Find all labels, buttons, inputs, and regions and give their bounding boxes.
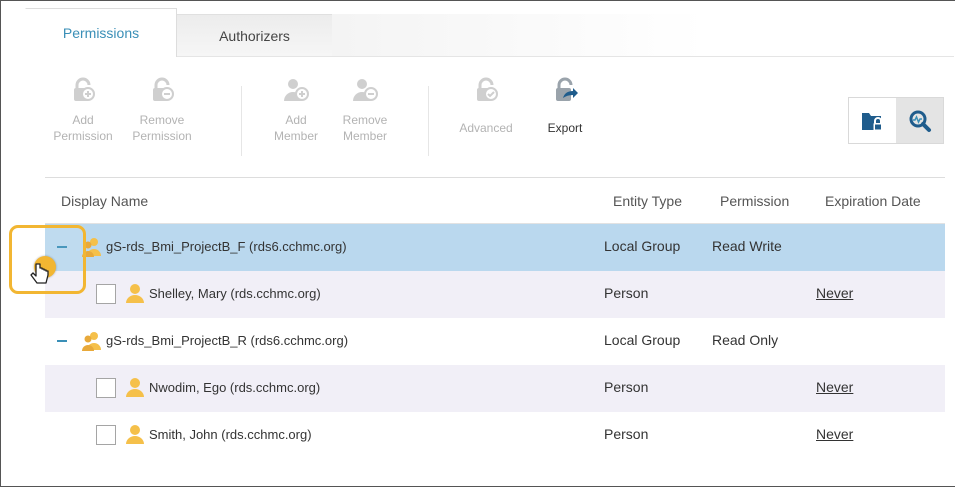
folder-permissions-button[interactable] xyxy=(849,98,896,143)
row-display-name: gS-rds_Bmi_ProjectB_F (rds6.cchmc.org) xyxy=(106,239,347,254)
tab-permissions[interactable]: Permissions xyxy=(25,8,177,57)
person-icon xyxy=(126,284,144,303)
add-member-label: Add Member xyxy=(273,113,318,143)
row-expiration-link[interactable]: Never xyxy=(816,285,853,301)
row-display-name: gS-rds_Bmi_ProjectB_R (rds6.cchmc.org) xyxy=(106,333,349,348)
row-display-name: Shelley, Mary (rds.cchmc.org) xyxy=(149,286,321,301)
row-entity-type: Person xyxy=(604,285,649,301)
row-checkbox[interactable] xyxy=(96,284,116,304)
table-row[interactable]: gS-rds_Bmi_ProjectB_F (rds6.cchmc.org) L… xyxy=(45,224,945,271)
row-entity-type: Person xyxy=(604,426,649,442)
magnifier-icon xyxy=(909,110,931,132)
remove-member-label: Remove Member xyxy=(342,113,388,143)
view-toggle-group xyxy=(848,97,944,144)
column-permission[interactable]: Permission xyxy=(720,193,789,209)
row-display-name: Smith, John (rds.cchmc.org) xyxy=(149,427,312,442)
hand-cursor-icon xyxy=(30,263,49,284)
row-display-name: Nwodim, Ego (rds.cchmc.org) xyxy=(149,380,321,395)
add-member-icon xyxy=(284,79,309,101)
person-icon xyxy=(126,378,144,397)
remove-permission-icon xyxy=(153,77,174,101)
table-header: Display Name Entity Type Permission Expi… xyxy=(45,177,945,224)
row-permission: Read Only xyxy=(712,332,779,348)
row-entity-type: Person xyxy=(604,379,649,395)
add-permission-button[interactable]: Add Permission xyxy=(44,76,122,144)
add-member-button[interactable]: Add Member xyxy=(257,76,335,144)
column-display-name[interactable]: Display Name xyxy=(61,193,148,209)
row-expiration-link[interactable]: Never xyxy=(816,379,853,395)
row-entity-type: Local Group xyxy=(604,238,681,254)
column-expiration-date[interactable]: Expiration Date xyxy=(825,193,921,209)
tab-bar: Authorizers Permissions xyxy=(1,0,955,58)
remove-permission-label: Remove Permission xyxy=(132,113,192,143)
effective-access-button[interactable] xyxy=(896,98,943,143)
person-icon xyxy=(126,425,144,444)
column-entity-type[interactable]: Entity Type xyxy=(613,193,682,209)
toolbar: Add Permission Remove Permission Add Mem… xyxy=(46,76,946,161)
advanced-label: Advanced xyxy=(459,121,513,135)
table-row[interactable]: Nwodim, Ego (rds.cchmc.org) Person Never xyxy=(45,365,945,412)
group-icon xyxy=(82,332,101,351)
row-expiration-link[interactable]: Never xyxy=(816,426,853,442)
advanced-button[interactable]: Advanced xyxy=(447,76,525,136)
table-row[interactable]: gS-rds_Bmi_ProjectB_R (rds6.cchmc.org) L… xyxy=(45,318,945,365)
remove-member-button[interactable]: Remove Member xyxy=(326,76,404,144)
permissions-table: Display Name Entity Type Permission Expi… xyxy=(45,177,945,459)
advanced-icon xyxy=(477,77,498,101)
add-permission-label: Add Permission xyxy=(53,113,113,143)
export-label: Export xyxy=(547,121,583,135)
row-checkbox[interactable] xyxy=(96,378,116,398)
row-entity-type: Local Group xyxy=(604,332,681,348)
remove-permission-button[interactable]: Remove Permission xyxy=(123,76,201,144)
add-permission-icon xyxy=(74,77,95,101)
export-button[interactable]: Export xyxy=(526,76,604,136)
tab-authorizers[interactable]: Authorizers xyxy=(177,14,332,56)
export-icon xyxy=(556,77,578,101)
toolbar-divider xyxy=(428,86,429,156)
row-checkbox[interactable] xyxy=(96,425,116,445)
table-row[interactable]: Smith, John (rds.cchmc.org) Person Never xyxy=(45,412,945,459)
table-row[interactable]: Shelley, Mary (rds.cchmc.org) Person Nev… xyxy=(45,271,945,318)
remove-member-icon xyxy=(353,79,378,101)
locked-folder-icon xyxy=(861,112,882,131)
toolbar-divider xyxy=(241,86,242,156)
row-permission: Read Write xyxy=(712,238,782,254)
collapse-toggle[interactable] xyxy=(57,340,67,342)
